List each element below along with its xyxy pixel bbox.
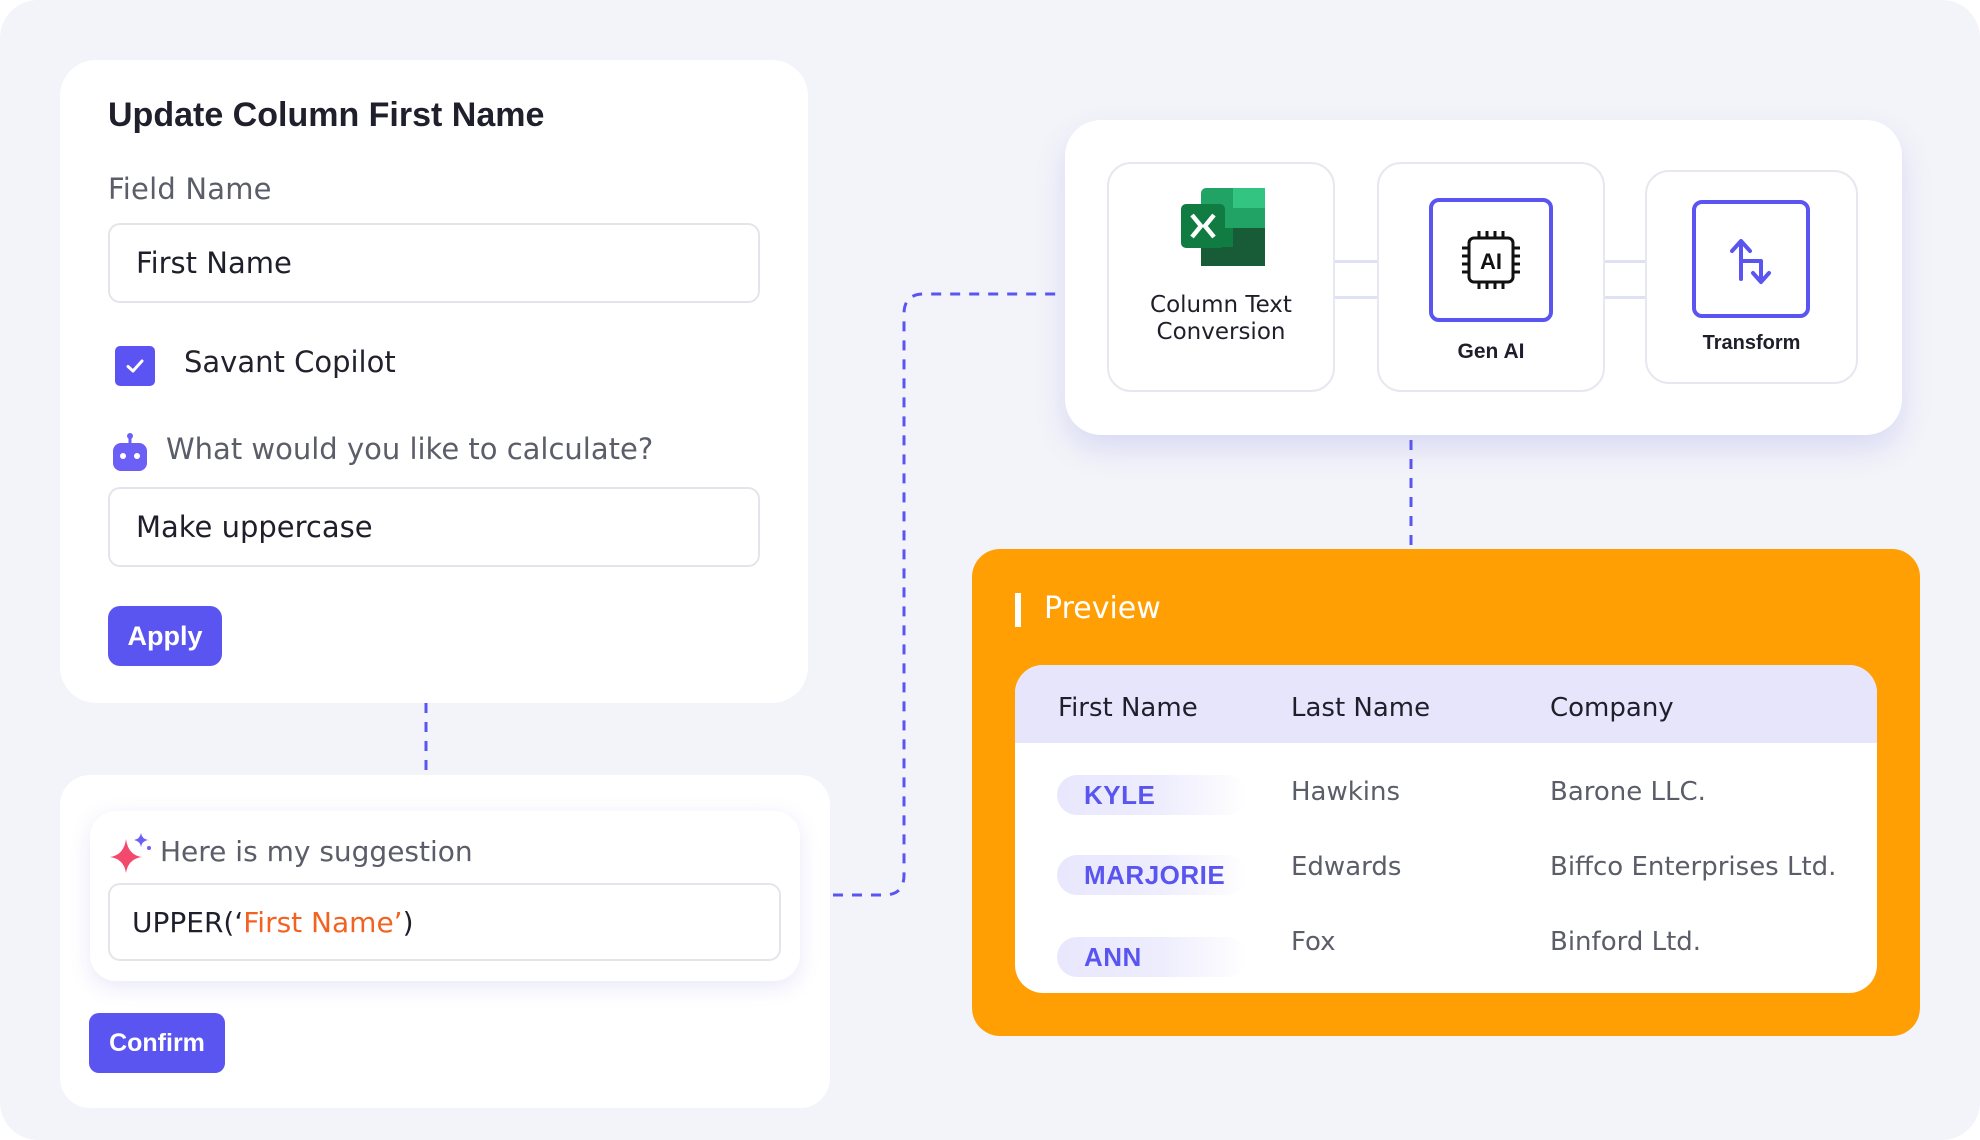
update-card-title: Update Column First Name [108, 96, 545, 134]
suggestion-card: Here is my suggestion UPPER(‘ First Name… [60, 775, 830, 1108]
step-label: Gen AI [1457, 340, 1525, 363]
table-header: First Name Last Name Company [1015, 665, 1877, 743]
sparkle-icon [110, 833, 151, 873]
ai-chip-icon: AI [1429, 198, 1553, 322]
calculate-input[interactable]: Make uppercase [108, 487, 760, 567]
pipeline-link [1605, 260, 1645, 263]
formula-argument: First Name’ [243, 905, 403, 939]
canvas-background: Update Column First Name Field Name Firs… [0, 0, 1980, 1140]
company-cell: Biffco Enterprises Ltd. [1550, 852, 1837, 882]
pipeline-step-column-text-conversion[interactable]: Column Text Conversion [1107, 162, 1335, 392]
pipeline-step-gen-ai[interactable]: AI Gen AI [1377, 162, 1605, 392]
pipeline-link [1605, 296, 1645, 299]
preview-title: Preview [1044, 591, 1161, 626]
confirm-button[interactable]: Confirm [89, 1013, 225, 1073]
preview-table: First Name Last Name Company KYLE Hawkin… [1015, 665, 1877, 993]
preview-panel: Preview First Name Last Name Company KYL… [972, 549, 1920, 1036]
formula-suffix: ) [402, 905, 414, 939]
table-row: MARJORIE Edwards Biffco Enterprises Ltd. [1015, 849, 1877, 909]
preview-accent-bar [1015, 593, 1021, 627]
step-label: Column Text Conversion [1150, 292, 1292, 345]
pipeline-link [1335, 260, 1377, 263]
savant-copilot-checkbox[interactable] [115, 346, 155, 386]
svg-text:AI: AI [1480, 249, 1502, 274]
company-cell: Binford Ltd. [1550, 927, 1702, 957]
last-name-cell: Edwards [1291, 852, 1402, 882]
column-header-first-name[interactable]: First Name [1058, 693, 1198, 723]
calculate-prompt-label: What would you like to calculate? [166, 432, 654, 466]
first-name-pill: ANN [1057, 937, 1247, 977]
column-header-company[interactable]: Company [1550, 693, 1674, 723]
savant-copilot-label: Savant Copilot [184, 345, 396, 379]
pipeline-card: Column Text Conversion AI Gen AI Transfo… [1065, 120, 1902, 435]
table-row: ANN Fox Binford Ltd. [1015, 923, 1877, 983]
column-header-last-name[interactable]: Last Name [1291, 693, 1430, 723]
suggestion-label: Here is my suggestion [160, 835, 473, 868]
suggestion-box: Here is my suggestion UPPER(‘ First Name… [90, 811, 800, 981]
robot-icon [113, 433, 147, 471]
first-name-pill: MARJORIE [1057, 855, 1247, 895]
excel-icon [1181, 188, 1265, 266]
step-label: Transform [1702, 332, 1801, 354]
check-icon [126, 359, 144, 373]
update-column-card: Update Column First Name Field Name Firs… [60, 60, 808, 703]
formula-prefix: UPPER(‘ [132, 905, 244, 939]
last-name-cell: Fox [1291, 927, 1336, 957]
pipeline-link [1335, 296, 1377, 299]
pipeline-step-transform[interactable]: Transform [1645, 170, 1858, 384]
field-name-input[interactable]: First Name [108, 223, 760, 303]
transform-arrows-icon [1692, 200, 1810, 318]
last-name-cell: Hawkins [1291, 777, 1401, 807]
field-name-label: Field Name [108, 172, 272, 206]
table-row: KYLE Hawkins Barone LLC. [1015, 775, 1877, 835]
company-cell: Barone LLC. [1550, 777, 1706, 807]
apply-button[interactable]: Apply [108, 606, 222, 666]
first-name-pill: KYLE [1057, 775, 1247, 815]
formula-field[interactable]: UPPER(‘ First Name’ ) [108, 883, 781, 961]
